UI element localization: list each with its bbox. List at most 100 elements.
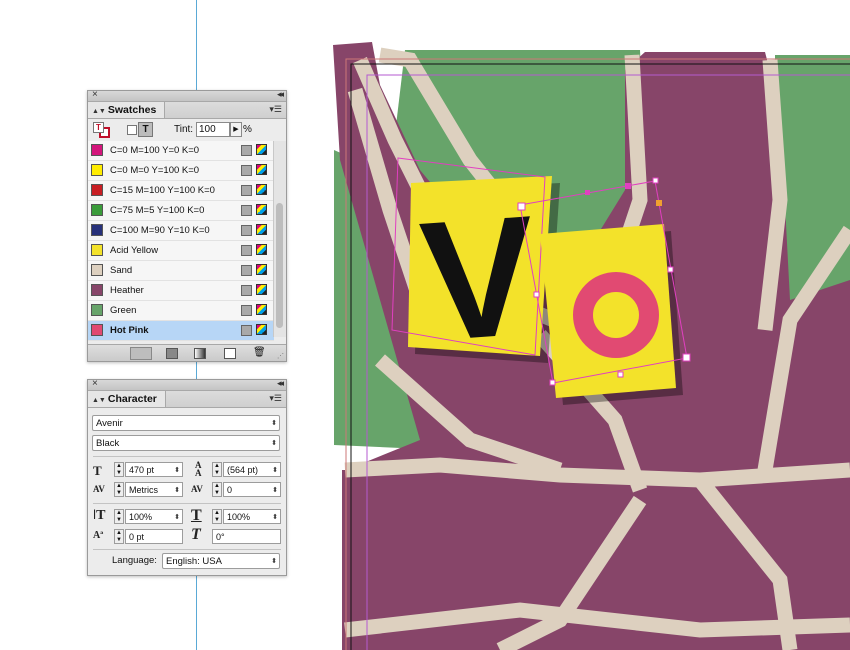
process-type-icon (241, 245, 252, 256)
swatch-row[interactable]: C=15 M=100 Y=100 K=0 (88, 181, 274, 201)
skew-field[interactable]: 0° (212, 529, 281, 544)
swatch-name: Sand (110, 265, 133, 276)
process-type-icon (241, 205, 252, 216)
swatch-row[interactable]: Hot Pink (88, 321, 274, 341)
swatch-chip (91, 224, 103, 236)
language-value: English: USA (166, 556, 222, 567)
resize-grip-icon[interactable]: ⋰ (277, 352, 284, 360)
swatches-tabbar: ▲▼ Swatches ▾☰ (88, 102, 286, 119)
new-swatch-icon[interactable] (224, 348, 236, 359)
tracking-stepper[interactable]: ▲ ▼ (212, 482, 222, 497)
trash-icon[interactable]: 🗑 (253, 348, 266, 358)
scroll-thumb[interactable] (276, 203, 283, 328)
tint-input[interactable]: 100 (196, 122, 230, 137)
swatch-chip (91, 204, 103, 216)
panel-menu-icon[interactable]: ▾☰ (269, 393, 282, 404)
font-family-select[interactable]: Avenir ⬍ (92, 415, 280, 431)
show-gradient-swatches-icon[interactable] (194, 348, 206, 359)
font-style-value: Black (96, 438, 120, 449)
o-card[interactable] (540, 224, 683, 405)
swatch-row[interactable]: Green (88, 301, 274, 321)
font-family-value: Avenir (96, 418, 123, 429)
process-type-icon (241, 265, 252, 276)
baseline-shift-field[interactable]: 0 pt (125, 529, 183, 544)
panel-menu-icon[interactable]: ▾☰ (269, 104, 282, 115)
baseline-shift-value: 0 pt (129, 532, 145, 542)
swatches-tab-label: Swatches (107, 104, 157, 116)
swatches-panel: × ◂◂ ▲▼ Swatches ▾☰ T T Tint: 100 ▶ % C=0… (87, 89, 287, 362)
cmyk-mode-icon (256, 164, 267, 175)
horizontal-scale-field[interactable]: 100% ⬍ (223, 509, 281, 524)
swatch-chip (91, 284, 103, 296)
swatch-row[interactable]: Sand (88, 261, 274, 281)
kerning-field[interactable]: Metrics ⬍ (125, 482, 183, 497)
chevron-updown-icon: ⬍ (174, 467, 180, 474)
fill-stroke-icon[interactable]: T (93, 122, 111, 138)
swatch-row[interactable]: Acid Yellow (88, 241, 274, 261)
chevron-updown-icon: ⬍ (271, 558, 277, 565)
show-color-swatches-icon[interactable] (166, 348, 178, 359)
tab-swatches[interactable]: ▲▼ Swatches (88, 102, 166, 118)
show-all-swatches-icon[interactable] (130, 347, 152, 360)
close-icon[interactable]: × (92, 378, 98, 389)
character-tab-label: Character (107, 393, 157, 405)
swatch-row[interactable]: C=0 M=100 Y=0 K=0 (88, 141, 274, 161)
tracking-value: 0 (227, 485, 233, 495)
divider (93, 456, 281, 457)
panel-titlebar[interactable]: × ◂◂ (88, 89, 286, 102)
panel-titlebar[interactable]: × ◂◂ (88, 378, 286, 391)
updown-icon: ▲▼ (92, 108, 106, 115)
swatch-row[interactable]: C=75 M=5 Y=100 K=0 (88, 201, 274, 221)
kerning-stepper[interactable]: ▲ ▼ (114, 482, 124, 497)
font-style-select[interactable]: Black ⬍ (92, 435, 280, 451)
leading-stepper[interactable]: ▲ ▼ (212, 462, 222, 477)
collapse-icon[interactable]: ◂◂ (277, 89, 284, 100)
baseline-shift-stepper[interactable]: ▲ ▼ (114, 529, 124, 544)
font-size-stepper[interactable]: ▲ ▼ (114, 462, 124, 477)
cmyk-mode-icon (256, 284, 267, 295)
character-panel: × ◂◂ ▲▼ Character ▾☰ Avenir ⬍ Black ⬍ T ▲ ▼ … (87, 378, 287, 576)
cmyk-mode-icon (256, 244, 267, 255)
swatch-row[interactable]: Heather (88, 281, 274, 301)
character-tabbar: ▲▼ Character ▾☰ (88, 391, 286, 408)
language-label: Language: (112, 555, 157, 566)
tint-slider-arrow-icon[interactable]: ▶ (230, 122, 242, 137)
vertical-scale-field[interactable]: 100% ⬍ (125, 509, 183, 524)
tint-percent: % (243, 124, 252, 135)
swatch-chip (91, 184, 103, 196)
cmyk-mode-icon (256, 264, 267, 275)
process-type-icon (241, 145, 252, 156)
cmyk-mode-icon (256, 204, 267, 215)
font-size-field[interactable]: 470 pt ⬍ (125, 462, 183, 477)
horizontal-scale-stepper[interactable]: ▲ ▼ (212, 509, 222, 524)
process-type-icon (241, 225, 252, 236)
cmyk-mode-icon (256, 304, 267, 315)
swatch-name: C=100 M=90 Y=10 K=0 (110, 225, 210, 236)
tab-character[interactable]: ▲▼ Character (88, 391, 166, 407)
swatch-row[interactable]: C=0 M=0 Y=100 K=0 (88, 161, 274, 181)
swatch-scrollbar[interactable] (273, 141, 286, 337)
swatch-name: Green (110, 305, 137, 316)
process-type-icon (241, 305, 252, 316)
skew-value: 0° (216, 532, 225, 542)
formatting-container-icon[interactable] (127, 125, 137, 135)
font-size-icon: T (93, 463, 102, 478)
tracking-field[interactable]: 0 ⬍ (223, 482, 281, 497)
language-select[interactable]: English: USA ⬍ (162, 553, 280, 569)
swatch-name: Heather (110, 285, 144, 296)
vertical-scale-stepper[interactable]: ▲ ▼ (114, 509, 124, 524)
leading-value: (564 pt) (227, 465, 259, 475)
chevron-updown-icon: ⬍ (174, 487, 180, 494)
close-icon[interactable]: × (92, 89, 98, 100)
collapse-icon[interactable]: ◂◂ (277, 378, 284, 389)
swatch-name: C=0 M=100 Y=0 K=0 (110, 145, 200, 156)
v-card[interactable]: V (391, 157, 560, 378)
swatches-footer: 🗑 ⋰ (88, 344, 286, 361)
process-type-icon (241, 165, 252, 176)
formatting-text-icon[interactable]: T (138, 122, 153, 137)
swatch-row[interactable]: C=100 M=90 Y=10 K=0 (88, 221, 274, 241)
leading-field[interactable]: (564 pt) ⬍ (223, 462, 281, 477)
divider (93, 503, 281, 504)
swatch-chip (91, 244, 103, 256)
chevron-updown-icon: ⬍ (174, 514, 180, 521)
